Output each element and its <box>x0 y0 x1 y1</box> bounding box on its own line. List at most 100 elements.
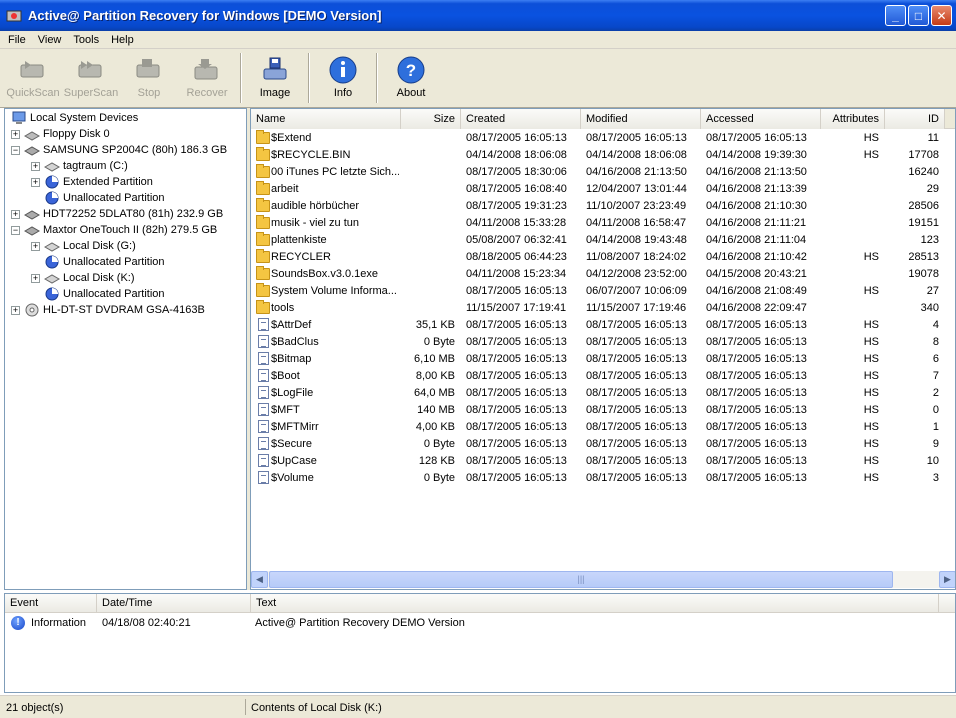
tree-node[interactable]: + Extended Partition <box>31 174 153 190</box>
file-created: 04/14/2008 18:06:08 <box>466 149 567 161</box>
expand-icon[interactable]: + <box>11 129 20 139</box>
scrollbar-thumb[interactable]: ||| <box>269 571 893 588</box>
column-attributes[interactable]: Attributes <box>821 109 885 129</box>
expand-icon[interactable]: + <box>31 161 40 171</box>
file-size <box>401 147 455 164</box>
expand-icon[interactable]: + <box>31 273 40 283</box>
file-icon <box>258 420 269 433</box>
info-icon: ! <box>11 616 25 630</box>
quickscan-button[interactable]: QuickScan <box>4 49 62 105</box>
column-id[interactable]: ID <box>885 109 945 129</box>
tree-node[interactable]: Unallocated Partition <box>31 190 165 206</box>
expand-icon[interactable]: + <box>11 209 20 219</box>
file-size <box>401 198 455 215</box>
file-row[interactable]: $UpCase 128 KB 08/17/2005 16:05:13 08/17/20… <box>251 453 955 470</box>
file-row[interactable]: $Bitmap 6,10 MB 08/17/2005 16:05:13 08/17/2… <box>251 351 955 368</box>
tree-node[interactable]: − SAMSUNG SP2004C (80h) 186.3 GB <box>11 142 227 158</box>
column-datetime[interactable]: Date/Time <box>97 594 251 613</box>
file-row[interactable]: $LogFile 64,0 MB 08/17/2005 16:05:13 08/17/… <box>251 385 955 402</box>
file-row[interactable]: System Volume Informa... 08/17/2005 16:05… <box>251 283 955 300</box>
file-id: 340 <box>920 302 939 314</box>
file-size <box>401 283 455 300</box>
close-button[interactable]: ✕ <box>931 5 952 26</box>
info-button[interactable]: Info <box>314 49 372 105</box>
scroll-right-button[interactable]: ▶ <box>939 571 955 588</box>
column-name[interactable]: Name <box>251 109 401 129</box>
file-size: 8,00 KB <box>415 370 455 382</box>
about-button[interactable]: ? About <box>382 49 440 105</box>
file-row[interactable]: 00 iTunes PC letzte Sich... 08/17/2005 18… <box>251 164 955 181</box>
tree-node[interactable]: + Floppy Disk 0 <box>11 126 110 142</box>
file-modified: 08/17/2005 16:05:13 <box>586 438 687 450</box>
collapse-icon[interactable]: − <box>11 225 20 235</box>
tree-node[interactable]: − Maxtor OneTouch II (82h) 279.5 GB <box>11 222 217 238</box>
recover-button[interactable]: Recover <box>178 49 236 105</box>
file-row[interactable]: $Extend 08/17/2005 16:05:13 08/17/2005 16:… <box>251 130 955 147</box>
file-row[interactable]: $BadClus 0 Byte 08/17/2005 16:05:13 08/17/2… <box>251 334 955 351</box>
file-row[interactable]: $Volume 0 Byte 08/17/2005 16:05:13 08/17/20… <box>251 470 955 487</box>
file-row[interactable]: RECYCLER 08/18/2005 06:44:23 11/08/2007 18… <box>251 249 955 266</box>
column-modified[interactable]: Modified <box>581 109 701 129</box>
column-event[interactable]: Event <box>5 594 97 613</box>
image-button[interactable]: Image <box>246 49 304 105</box>
file-row[interactable]: arbeit 08/17/2005 16:08:40 12/04/2007 13:0… <box>251 181 955 198</box>
expand-icon[interactable]: + <box>31 177 40 187</box>
maximize-button[interactable]: □ <box>908 5 929 26</box>
tree-node[interactable]: + Local Disk (G:) <box>31 238 136 254</box>
file-modified: 08/17/2005 16:05:13 <box>586 132 687 144</box>
collapse-icon[interactable]: − <box>11 145 20 155</box>
tree-node[interactable]: Local System Devices <box>11 110 138 126</box>
stop-button[interactable]: Stop <box>120 49 178 105</box>
file-row[interactable]: SoundsBox.v3.0.1exe 04/11/2008 15:23:34 04… <box>251 266 955 283</box>
event-log-header: Event Date/Time Text <box>5 594 955 613</box>
file-row[interactable]: $Boot 8,00 KB 08/17/2005 16:05:13 08/17/200… <box>251 368 955 385</box>
file-list[interactable]: Name Size Created Modified Accessed Attr… <box>250 108 956 590</box>
title-bar[interactable]: Active@ Partition Recovery for Windows [… <box>0 0 956 31</box>
device-tree[interactable]: Local System Devices + Floppy Disk 0 − SAMSU… <box>4 108 247 590</box>
file-row[interactable]: plattenkiste 05/08/2007 06:32:41 04/14/200… <box>251 232 955 249</box>
file-created: 08/17/2005 18:30:06 <box>466 166 567 178</box>
file-modified: 11/15/2007 17:19:46 <box>586 302 687 314</box>
column-text[interactable]: Text <box>251 594 939 613</box>
file-id: 19078 <box>908 268 939 280</box>
file-attr: HS <box>863 319 879 331</box>
file-name: audible hörbücher <box>271 200 360 212</box>
file-accessed: 08/17/2005 16:05:13 <box>706 472 807 484</box>
column-accessed[interactable]: Accessed <box>701 109 821 129</box>
file-row[interactable]: $Secure 0 Byte 08/17/2005 16:05:13 08/17/20… <box>251 436 955 453</box>
expand-icon[interactable]: + <box>11 305 20 315</box>
tree-node[interactable]: + HDT72252 5DLAT80 (81h) 232.9 GB <box>11 206 223 222</box>
tree-node[interactable]: Unallocated Partition <box>31 286 165 302</box>
file-created: 04/11/2008 15:33:28 <box>466 217 567 229</box>
folder-icon <box>256 249 270 263</box>
file-row[interactable]: musik - viel zu tun 04/11/2008 15:33:28 04… <box>251 215 955 232</box>
file-size: 6,10 MB <box>414 353 455 365</box>
scroll-left-button[interactable]: ◀ <box>251 571 268 588</box>
superscan-button[interactable]: SuperScan <box>62 49 120 105</box>
tree-node[interactable]: + tagtraum (C:) <box>31 158 128 174</box>
menu-view[interactable]: View <box>32 34 68 46</box>
event-row[interactable]: ! Information 04/18/08 02:40:21 Active@ … <box>5 615 955 632</box>
column-size[interactable]: Size <box>401 109 461 129</box>
file-row[interactable]: tools 11/15/2007 17:19:41 11/15/2007 17:19… <box>251 300 955 317</box>
file-row[interactable]: $MFTMirr 4,00 KB 08/17/2005 16:05:13 08/17/… <box>251 419 955 436</box>
menu-file[interactable]: File <box>2 34 32 46</box>
tree-node[interactable]: Unallocated Partition <box>31 254 165 270</box>
minimize-button[interactable]: _ <box>885 5 906 26</box>
partition-icon <box>44 287 60 301</box>
tree-node[interactable]: + Local Disk (K:) <box>31 270 135 286</box>
column-created[interactable]: Created <box>461 109 581 129</box>
folder-icon <box>256 198 270 212</box>
horizontal-scrollbar[interactable]: ◀ ||| ▶ <box>251 571 955 588</box>
tree-node-label: Unallocated Partition <box>63 192 165 204</box>
menu-help[interactable]: Help <box>105 34 140 46</box>
tree-node[interactable]: + HL-DT-ST DVDRAM GSA-4163B <box>11 302 205 318</box>
file-row[interactable]: $MFT 140 MB 08/17/2005 16:05:13 08/17/2005 … <box>251 402 955 419</box>
file-row[interactable]: $RECYCLE.BIN 04/14/2008 18:06:08 04/14/200… <box>251 147 955 164</box>
file-row[interactable]: audible hörbücher 08/17/2005 19:31:23 11/1… <box>251 198 955 215</box>
file-row[interactable]: $AttrDef 35,1 KB 08/17/2005 16:05:13 08/17/… <box>251 317 955 334</box>
event-log[interactable]: Event Date/Time Text ! Information 04/18… <box>4 593 956 693</box>
menu-tools[interactable]: Tools <box>67 34 105 46</box>
expand-icon[interactable]: + <box>31 241 40 251</box>
file-created: 05/08/2007 06:32:41 <box>466 234 567 246</box>
